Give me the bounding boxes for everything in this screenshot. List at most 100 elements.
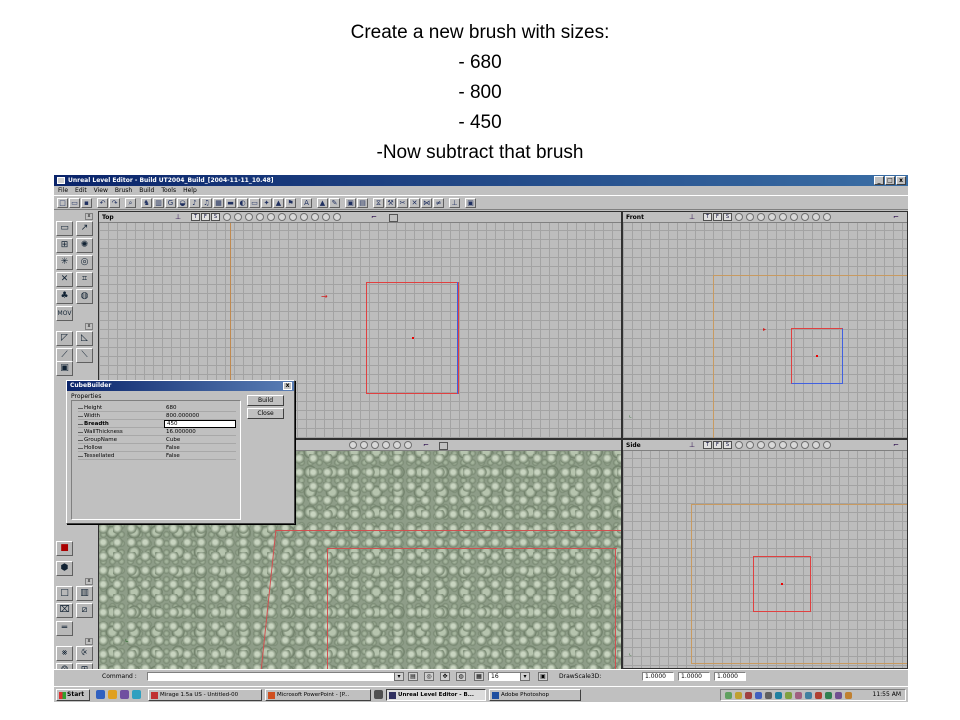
drag-grid-icon[interactable]: ✥: [440, 672, 450, 681]
render-polys-icon[interactable]: [812, 441, 820, 449]
mesh-browser-icon[interactable]: G: [165, 198, 176, 208]
render-lighting-icon[interactable]: [779, 441, 787, 449]
tray-sync-icon[interactable]: [825, 692, 832, 699]
render-zone-icon[interactable]: [746, 441, 754, 449]
rotate-mode-icon[interactable]: ⊞: [56, 238, 73, 253]
face-drag-icon[interactable]: ◎: [76, 255, 93, 270]
render-depth-icon[interactable]: [404, 441, 412, 449]
palette-close-icon[interactable]: x: [85, 213, 93, 220]
viewport-pin-icon[interactable]: ⊥: [689, 214, 699, 221]
tray-volume-icon[interactable]: [845, 692, 852, 699]
cube-brush-top[interactable]: [366, 282, 459, 394]
texture-rotate-icon[interactable]: ⌗: [76, 272, 93, 287]
render-bsp-icon[interactable]: [757, 213, 765, 221]
render-zone-icon[interactable]: [234, 213, 242, 221]
rotation-grid-icon[interactable]: ◍: [456, 672, 466, 681]
search-actors-icon[interactable]: ⌕: [125, 198, 136, 208]
move-mode-icon[interactable]: MOV: [56, 306, 73, 321]
render-polys-icon[interactable]: [812, 213, 820, 221]
render-portals-icon[interactable]: [289, 213, 297, 221]
prop-row-wallthickness[interactable]: WallThickness 16.000000: [78, 428, 236, 436]
camera-mode-icon[interactable]: ▭: [56, 221, 73, 236]
viewport-maximize-icon[interactable]: [439, 442, 448, 450]
open-map-icon[interactable]: ▭: [69, 198, 80, 208]
prop-row-height[interactable]: Height 680: [78, 404, 236, 412]
tray-messenger-icon[interactable]: [755, 692, 762, 699]
palette-misc-close-icon[interactable]: x: [85, 638, 93, 645]
prop-value-width[interactable]: 800.000000: [164, 412, 236, 420]
brush-clip-icon[interactable]: ✳: [56, 255, 73, 270]
drawscale-y-input[interactable]: 1.0000: [678, 672, 710, 681]
prop-value-hollow[interactable]: False: [164, 444, 236, 452]
ie-quicklaunch-icon[interactable]: [96, 690, 105, 699]
mode-front-button[interactable]: F: [713, 213, 722, 221]
intersect-icon[interactable]: ■: [56, 541, 73, 556]
cube-builder-close-icon[interactable]: x: [283, 382, 292, 390]
render-depth-icon[interactable]: [278, 213, 286, 221]
build-lighting-icon[interactable]: ✎: [329, 198, 340, 208]
cut-paths-icon[interactable]: ✕: [409, 198, 420, 208]
tray-antivirus-icon[interactable]: [735, 692, 742, 699]
kismet-icon[interactable]: ⚑: [285, 198, 296, 208]
viewport-camera-icon[interactable]: ⌐: [371, 214, 381, 221]
player-start-arrow-icon[interactable]: →: [321, 292, 328, 301]
menu-brush[interactable]: Brush: [115, 186, 132, 195]
vertex-edit-icon[interactable]: ✺: [76, 238, 93, 253]
palette-csg-close-icon[interactable]: x: [85, 578, 93, 585]
command-dropdown-icon[interactable]: ▾: [394, 672, 404, 681]
render-wire-icon[interactable]: [349, 441, 357, 449]
lock-icon[interactable]: ◎: [424, 672, 434, 681]
snap-icon[interactable]: ▣: [538, 672, 548, 681]
text-font-icon[interactable]: A: [301, 198, 312, 208]
prop-row-tessellated[interactable]: Tessellated False: [78, 452, 236, 460]
texture-browser-icon[interactable]: ▦: [213, 198, 224, 208]
brush-stair-icon[interactable]: ⟍: [76, 348, 93, 363]
tray-display-icon[interactable]: [765, 692, 772, 699]
explorer-quicklaunch-icon[interactable]: [108, 690, 117, 699]
link-paths-icon[interactable]: ≠: [433, 198, 444, 208]
help-icon[interactable]: ▣: [465, 198, 476, 208]
viewport-camera-icon[interactable]: ⌐: [893, 442, 903, 449]
task-overflow-icon[interactable]: [374, 690, 383, 699]
front-viewport[interactable]: Front ⊥ T F S ⌐ ▸ ⌞: [622, 211, 908, 439]
mode-front-button[interactable]: F: [713, 441, 722, 449]
tray-alert-icon[interactable]: [815, 692, 822, 699]
viewport-maximize-icon[interactable]: [389, 214, 398, 222]
drawscale-x-input[interactable]: 1.0000: [642, 672, 674, 681]
viewport-camera-icon[interactable]: ⌐: [423, 442, 433, 449]
grid-size-dropdown-icon[interactable]: ▾: [520, 672, 530, 681]
render-textures-icon[interactable]: [382, 441, 390, 449]
matinee-icon[interactable]: ✦: [261, 198, 272, 208]
zone-portal-icon[interactable]: ⨳: [56, 646, 73, 661]
prop-row-hollow[interactable]: Hollow False: [78, 444, 236, 452]
build-options-icon[interactable]: ⧖: [373, 198, 384, 208]
desktop-quicklaunch-icon[interactable]: [120, 690, 129, 699]
mode-side-button[interactable]: S: [723, 213, 732, 221]
mode-side-button[interactable]: S: [211, 213, 220, 221]
save-map-icon[interactable]: ▪: [81, 198, 92, 208]
viewport-pin-icon[interactable]: ⊥: [175, 214, 185, 221]
render-lighting-icon[interactable]: [267, 213, 275, 221]
build-paths-icon[interactable]: ▣: [345, 198, 356, 208]
menu-view[interactable]: View: [94, 186, 108, 195]
render-depth-icon[interactable]: [790, 213, 798, 221]
animation-browser-icon[interactable]: ◐: [237, 198, 248, 208]
show-paths-icon[interactable]: ⋈: [421, 198, 432, 208]
drawscale-z-input[interactable]: 1.0000: [714, 672, 746, 681]
prop-value-breadth-input[interactable]: 450: [164, 420, 236, 428]
menu-build[interactable]: Build: [139, 186, 154, 195]
render-polys-icon[interactable]: [300, 213, 308, 221]
palette-section-close-icon[interactable]: x: [85, 323, 93, 330]
mode-side-button[interactable]: S: [723, 441, 732, 449]
render-unlit-icon[interactable]: [823, 213, 831, 221]
render-bsp-icon[interactable]: [245, 213, 253, 221]
media-quicklaunch-icon[interactable]: [132, 690, 141, 699]
build-all-icon[interactable]: ▤: [357, 198, 368, 208]
task-unreal-editor[interactable]: Unreal Level Editor - B...: [386, 689, 486, 701]
mode-top-button[interactable]: T: [703, 213, 712, 221]
render-wire-icon[interactable]: [735, 213, 743, 221]
render-lighting-icon[interactable]: [779, 213, 787, 221]
tray-update-icon[interactable]: [745, 692, 752, 699]
task-photoshop[interactable]: Adobe Photoshop: [489, 689, 581, 701]
render-textures-icon[interactable]: [256, 213, 264, 221]
